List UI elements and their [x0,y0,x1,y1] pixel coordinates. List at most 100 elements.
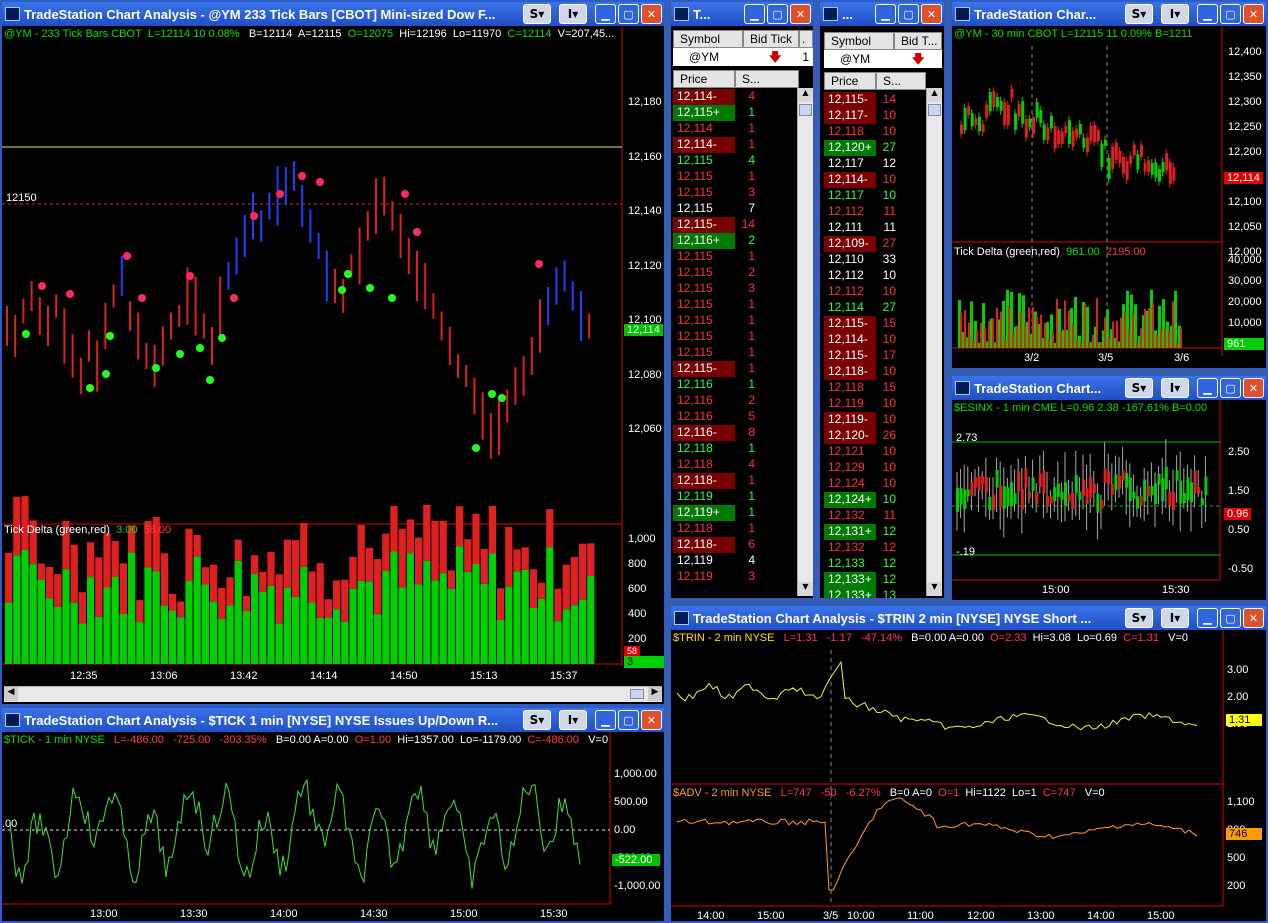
scroll-thumb[interactable] [799,104,812,116]
style-menu-button[interactable]: S▾ [1125,378,1153,398]
maximize-button[interactable]: ▢ [1220,4,1241,24]
time-sales-window-1[interactable]: T... ▁ ▢ ✕ Symbol Bid Tick . @YM 🡇 1 Pri… [669,0,815,600]
indicator-menu-button[interactable]: I▾ [559,710,587,730]
time-sales-row[interactable]: 12,118 10 [824,124,896,140]
scroll-up-arrow[interactable]: ▲ [927,88,942,102]
maximize-button[interactable]: ▢ [618,710,639,730]
time-sales-row[interactable]: 12,115 3 [673,185,755,201]
tick-chart-window[interactable]: TradeStation Chart Analysis - $TICK 1 mi… [0,706,666,923]
time-sales-row[interactable]: 12,114- 10 [824,172,896,188]
time-sales-row[interactable]: 12,115- 17 [824,348,896,364]
time-sales-row[interactable]: 12,118 1 [673,521,755,537]
time-sales-row[interactable]: 12,114 27 [824,300,896,316]
time-sales-title-bar-2[interactable]: ... ▁ ▢ ✕ [820,2,944,26]
time-sales-row[interactable]: 12,119 1 [673,489,755,505]
maximize-button[interactable]: ▢ [898,4,919,24]
minimize-button[interactable]: ▁ [744,4,765,24]
vertical-scrollbar[interactable]: ▲ ▼ [797,88,813,596]
time-sales-row[interactable]: 12,118 15 [824,380,896,396]
time-sales-row[interactable]: 12,115- 14 [673,217,755,233]
time-sales-row[interactable]: 12,114- 10 [824,332,896,348]
time-sales-row[interactable]: 12,111 11 [824,220,896,236]
esinx-title-bar[interactable]: TradeStation Chart... S▾ I▾ ▁ ▢ ✕ [952,376,1266,400]
indicator-menu-button[interactable]: I▾ [559,4,587,24]
time-sales-row[interactable]: 12,110 33 [824,252,896,268]
close-button[interactable]: ✕ [641,710,662,730]
time-sales-row[interactable]: 12,115 4 [673,153,755,169]
time-sales-row[interactable]: 12,132 12 [824,540,896,556]
minimize-button[interactable]: ▁ [1197,378,1218,398]
style-menu-button[interactable]: S▾ [523,4,551,24]
close-button[interactable]: ✕ [641,4,662,24]
scroll-right-arrow[interactable]: ▶ [648,687,662,701]
time-sales-row[interactable]: 12,115- 15 [824,316,896,332]
maximize-button[interactable]: ▢ [767,4,788,24]
indicator-menu-button[interactable]: I▾ [1161,608,1189,628]
indicator-menu-button[interactable]: I▾ [1161,378,1189,398]
time-sales-row[interactable]: 12,109- 27 [824,236,896,252]
time-sales-row[interactable]: 12,115 2 [673,265,755,281]
ym-30min-title-bar[interactable]: TradeStation Char... S▾ I▾ ▁ ▢ ✕ [952,2,1266,26]
time-sales-row[interactable]: 12,121 10 [824,444,896,460]
symbol-row[interactable]: @YM 🡇 1 [673,48,813,66]
scroll-thumb[interactable] [630,689,644,699]
time-sales-row[interactable]: 12,115- 1 [673,361,755,377]
time-sales-list-1[interactable]: 12,114- 4 12,115+ 1 12,114 1 12,114- 1 12,115 4 12… [673,89,797,597]
time-sales-row[interactable]: 12,115+ 1 [673,105,755,121]
time-sales-row[interactable]: 12,119 10 [824,396,896,412]
ym-30min-chart-window[interactable]: TradeStation Char... S▾ I▾ ▁ ▢ ✕ @YM - 3… [950,0,1268,370]
symbol-row[interactable]: @YM 🡇 [824,50,942,68]
ym-tick-title-bar[interactable]: TradeStation Chart Analysis - @YM 233 Ti… [2,2,664,26]
time-sales-row[interactable]: 12,112 11 [824,204,896,220]
minimize-button[interactable]: ▁ [1197,4,1218,24]
time-sales-row[interactable]: 12,112 10 [824,268,896,284]
time-sales-row[interactable]: 12,115 1 [673,329,755,345]
time-sales-row[interactable]: 12,120+ 27 [824,140,896,156]
time-sales-row[interactable]: 12,118- 10 [824,364,896,380]
trin-title-bar[interactable]: TradeStation Chart Analysis - $TRIN 2 mi… [671,606,1266,630]
ym-tick-chart-window[interactable]: TradeStation Chart Analysis - @YM 233 Ti… [0,0,666,706]
price-column-header[interactable]: Price [673,70,735,88]
time-sales-row[interactable]: 12,115 1 [673,313,755,329]
time-sales-list-2[interactable]: 12,115- 14 12,117- 10 12,118 10 12,120+ 27 12,11… [824,92,928,598]
time-sales-window-2[interactable]: ... ▁ ▢ ✕ Symbol Bid T... @YM 🡇 Price S.… [818,0,946,600]
time-sales-row[interactable]: 12,115 1 [673,169,755,185]
time-sales-row[interactable]: 12,133+ 13 [824,588,896,598]
time-sales-row[interactable]: 12,133+ 12 [824,572,896,588]
time-sales-row[interactable]: 12,116+ 2 [673,233,755,249]
tick-chart-area[interactable]: $TICK - 1 min NYSE L=-486.00 -725.00 -30… [2,732,664,921]
tick-title-bar[interactable]: TradeStation Chart Analysis - $TICK 1 mi… [2,708,664,732]
minimize-button[interactable]: ▁ [595,4,616,24]
time-sales-row[interactable]: 12,118 1 [673,441,755,457]
ym-30min-chart-area[interactable]: @YM - 30 min CBOT L=12115 11 0.09% B=121… [952,26,1266,368]
time-sales-row[interactable]: 12,114- 4 [673,89,755,105]
time-sales-row[interactable]: 12,119 3 [673,569,755,585]
price-column-header[interactable]: Price [824,72,876,90]
symbol-column-header[interactable]: Symbol [673,30,743,48]
minimize-button[interactable]: ▁ [595,710,616,730]
time-sales-row[interactable]: 12,114- 1 [673,137,755,153]
time-sales-row[interactable]: 12,116- 8 [673,425,755,441]
trin-chart-area[interactable]: $TRIN - 2 min NYSE L=1.31 -1.17 -47.14% … [671,630,1266,921]
time-sales-row[interactable]: 12,124+ 10 [824,492,896,508]
time-sales-row[interactable]: 12,133 12 [824,556,896,572]
bid-tick-column-header[interactable]: Bid Tick [743,30,799,48]
scroll-down-arrow[interactable]: ▼ [798,582,813,596]
time-sales-row[interactable]: 12,119- 10 [824,412,896,428]
time-sales-row[interactable]: 12,118- 1 [673,473,755,489]
time-sales-row[interactable]: 12,116 1 [673,377,755,393]
symbol-column-header[interactable]: Symbol [824,32,894,50]
scroll-thumb[interactable] [928,104,941,116]
style-menu-button[interactable]: S▾ [1125,608,1153,628]
trin-chart-window[interactable]: TradeStation Chart Analysis - $TRIN 2 mi… [669,604,1268,923]
horizontal-scrollbar[interactable]: ◀ ▶ [4,686,662,702]
time-sales-row[interactable]: 12,119+ 1 [673,505,755,521]
time-sales-row[interactable]: 12,118 4 [673,457,755,473]
size-column-header[interactable]: S... [735,70,799,88]
close-button[interactable]: ✕ [1243,4,1264,24]
esinx-chart-window[interactable]: TradeStation Chart... S▾ I▾ ▁ ▢ ✕ $ESINX… [950,374,1268,602]
maximize-button[interactable]: ▢ [1220,378,1241,398]
scroll-up-arrow[interactable]: ▲ [798,88,813,102]
time-sales-row[interactable]: 12,118- 6 [673,537,755,553]
time-sales-row[interactable]: 12,117- 10 [824,108,896,124]
